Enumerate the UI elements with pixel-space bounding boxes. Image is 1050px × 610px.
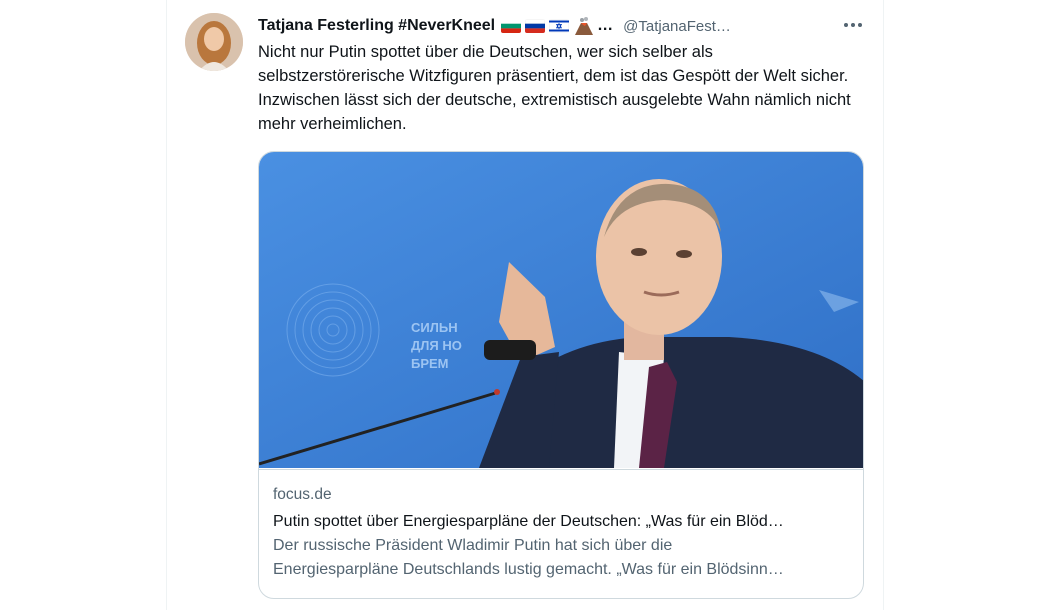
backdrop-text-2: ДЛЯ НО [411, 338, 462, 353]
link-card[interactable]: СИЛЬН ДЛЯ НО БРЕМ focus.de Putin spottet… [258, 151, 864, 599]
avatar[interactable] [185, 13, 243, 71]
russia-flag-icon [525, 19, 546, 33]
bulgaria-flag-icon [501, 19, 522, 33]
card-description-line-2: Energiesparpläne Deutschlands lustig gem… [273, 561, 784, 578]
backdrop-text-3: БРЕМ [411, 356, 449, 371]
israel-flag-icon [549, 19, 570, 33]
tweet-text: Nicht nur Putin spottet über die Deutsch… [258, 43, 851, 133]
name-emoji-group [501, 17, 595, 35]
name-ellipsis: … [597, 17, 614, 34]
profile-photo [185, 13, 243, 71]
backdrop-text-1: СИЛЬН [411, 320, 458, 335]
dot-icon [844, 23, 848, 27]
card-description: Der russische Präsident Wladimir Putin h… [273, 534, 851, 582]
more-options-button[interactable] [838, 13, 868, 37]
tweet-header: Tatjana Festerling #NeverKneel … @Tatjan… [258, 15, 864, 37]
volcano-icon [573, 17, 595, 35]
card-description-line-1: Der russische Präsident Wladimir Putin h… [273, 537, 673, 554]
card-image: СИЛЬН ДЛЯ НО БРЕМ [259, 152, 863, 468]
display-name[interactable]: Tatjana Festerling #NeverKneel [258, 17, 495, 35]
card-title: Putin spottet über Energiesparpläne der … [273, 513, 784, 530]
dot-icon [851, 23, 855, 27]
card-body: focus.de Putin spottet über Energiesparp… [259, 469, 863, 598]
putin-photo: СИЛЬН ДЛЯ НО БРЕМ [259, 152, 863, 468]
handle[interactable]: @TatjanaFest… [623, 18, 731, 35]
dot-icon [858, 23, 862, 27]
card-domain: focus.de [273, 486, 332, 503]
